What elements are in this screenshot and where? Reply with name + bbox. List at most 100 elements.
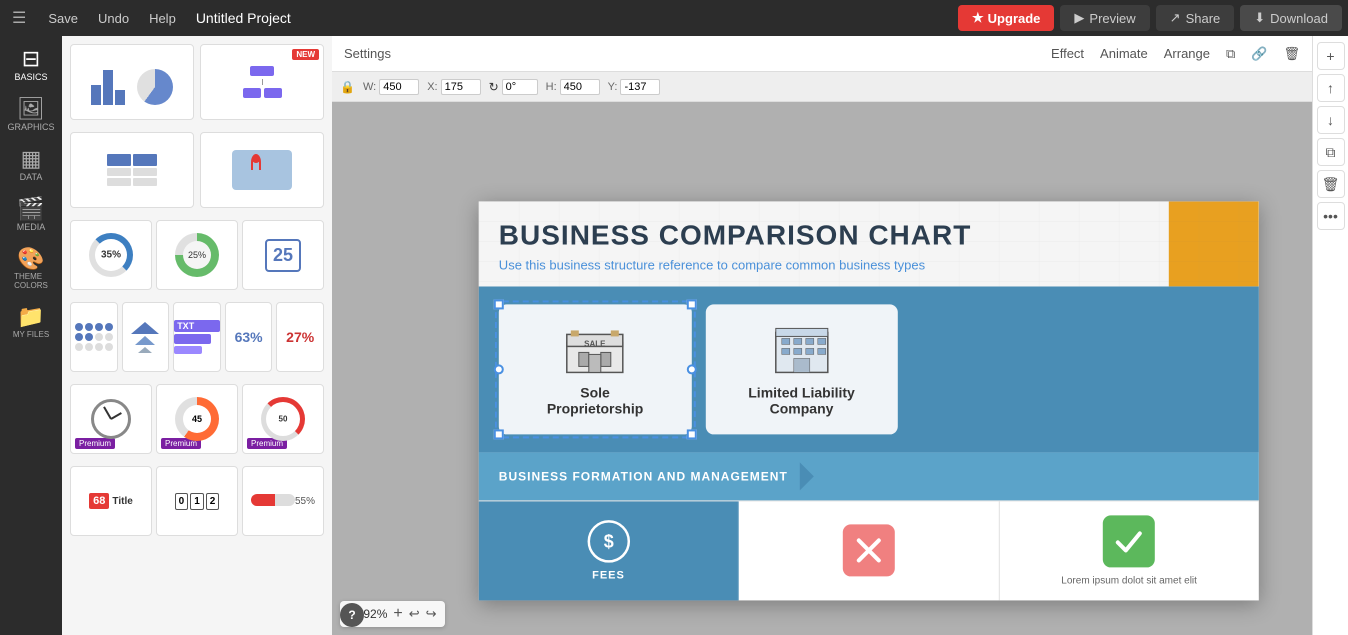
panel-item-dots-grid[interactable]	[70, 302, 118, 372]
premium-badge: Premium	[75, 438, 115, 449]
undo-canvas-button[interactable]: ↩	[409, 606, 420, 622]
right-toolbar: + ↑ ↓ ⧉ 🗑 •••	[1312, 36, 1348, 635]
transform-w-input[interactable]	[379, 79, 419, 95]
panel: NEW	[62, 36, 332, 635]
panel-item-title-68[interactable]: 68 Title	[70, 466, 152, 536]
media-icon: 🎬	[17, 198, 44, 220]
panel-row-premium-clocks: Premium Premium 45 Premium 50	[70, 384, 324, 454]
panel-item-table[interactable]	[70, 132, 194, 208]
transform-rotation: ↻	[489, 79, 538, 95]
menu-icon[interactable]: ☰	[0, 8, 38, 28]
lorem-text: Lorem ipsum dolot sit amet elit	[1061, 575, 1197, 586]
panel-item-speedometer[interactable]: Premium 50	[242, 384, 324, 454]
help-button[interactable]: Help	[139, 0, 186, 36]
info-title: BUSINESS COMPARISON CHART	[499, 219, 1239, 251]
data-icon: ▦	[21, 148, 42, 170]
handle-bl	[494, 429, 504, 439]
delete-button[interactable]: 🗑	[1317, 170, 1345, 198]
transform-h-input[interactable]	[560, 79, 600, 95]
panel-item-pct-63[interactable]: 63%	[225, 302, 273, 372]
more-options-button[interactable]: •••	[1317, 202, 1345, 230]
sidebar-item-graphics[interactable]: 🖼 Graphics	[0, 90, 62, 140]
panel-item-pct-55[interactable]: 55%	[242, 466, 324, 536]
sidebar-item-basics[interactable]: ⊟ Basics	[0, 40, 62, 90]
sidebar-label-theme-colors: ThemeColors	[14, 272, 48, 290]
panel-item-map[interactable]	[200, 132, 324, 208]
store-icon: SALE	[563, 322, 627, 376]
duplicate-button[interactable]: ⧉	[1317, 138, 1345, 166]
share-icon: ↗	[1170, 10, 1181, 26]
card-sole-prop[interactable]: SALE SoleProprietorship	[499, 304, 692, 434]
canvas-wrapper[interactable]: BUSINESS COMPARISON CHART Use this busin…	[332, 102, 1312, 635]
save-button[interactable]: Save	[38, 0, 88, 36]
undo-button[interactable]: Undo	[88, 0, 139, 36]
handle-tl	[494, 299, 504, 309]
upgrade-button[interactable]: ★ Upgrade	[958, 5, 1054, 31]
sidebar-label-graphics: Graphics	[7, 122, 54, 132]
move-down-button[interactable]: ↓	[1317, 106, 1345, 134]
transform-y-input[interactable]	[620, 79, 660, 95]
sidebar-label-data: Data	[20, 172, 43, 182]
copy-style-button[interactable]: ⧉	[1226, 46, 1235, 62]
redo-canvas-button[interactable]: ↪	[426, 606, 437, 622]
panel-item-gauge-green[interactable]: 25%	[156, 220, 238, 290]
graphics-icon: 🖼	[17, 98, 45, 120]
sidebar-item-data[interactable]: ▦ Data	[0, 140, 62, 190]
panel-item-bar-pie[interactable]	[70, 44, 194, 120]
link-button[interactable]: 🔗	[1251, 46, 1267, 62]
panel-row-misc: TXT 63% 27%	[70, 302, 324, 372]
llc-label: Limited LiabilityCompany	[748, 384, 855, 416]
add-element-button[interactable]: +	[1317, 42, 1345, 70]
settings-bar: Settings Effect Animate Arrange ⧉ 🔗 🗑	[332, 36, 1312, 72]
left-sidebar: ⊟ Basics 🖼 Graphics ▦ Data 🎬 Media 🎨 The…	[0, 36, 62, 635]
effect-button[interactable]: Effect	[1051, 46, 1084, 61]
right-buttons: ★ Upgrade ▶ Preview ↗ Share ⬇ Download	[958, 5, 1348, 31]
panel-item-counter-012[interactable]: 0 1 2	[156, 466, 238, 536]
sidebar-item-theme-colors[interactable]: 🎨 ThemeColors	[0, 240, 62, 298]
delete-element-button[interactable]: 🗑	[1283, 46, 1300, 62]
fees-label: FEES	[592, 569, 625, 581]
sole-prop-label: SoleProprietorship	[547, 384, 643, 416]
panel-item-triangles[interactable]	[122, 302, 170, 372]
section-header-title: BUSINESS FORMATION AND MANAGEMENT	[499, 469, 788, 483]
check-cell: Lorem ipsum dolot sit amet elit	[999, 501, 1258, 600]
share-button[interactable]: ↗ Share	[1156, 5, 1235, 31]
check-icon	[1113, 525, 1145, 557]
my-files-icon: 📁	[17, 306, 44, 328]
arrange-button[interactable]: Arrange	[1164, 46, 1210, 61]
handle-tr	[686, 299, 696, 309]
zoom-value: 92%	[363, 607, 387, 621]
transform-rotation-input[interactable]	[502, 79, 538, 95]
panel-item-txt-bar[interactable]: TXT	[173, 302, 221, 372]
sidebar-label-my-files: My Files	[13, 330, 49, 339]
sidebar-item-media[interactable]: 🎬 Media	[0, 190, 62, 240]
info-header: BUSINESS COMPARISON CHART Use this busin…	[479, 201, 1259, 286]
download-button[interactable]: ⬇ Download	[1240, 5, 1342, 31]
card-placeholder-1	[912, 304, 1069, 434]
panel-item-gauge-45[interactable]: Premium 45	[156, 384, 238, 454]
right-tools: Effect Animate Arrange ⧉ 🔗 🗑	[1051, 46, 1300, 62]
rotation-icon: ↻	[489, 80, 499, 94]
fees-cell: $ FEES	[479, 501, 739, 600]
transform-bar: 🔒 W: X: ↻ H: Y:	[332, 72, 1312, 102]
panel-item-ring-35[interactable]: 35%	[70, 220, 152, 290]
svg-text:$: $	[603, 531, 613, 551]
nav-buttons: Save Undo Help	[38, 0, 185, 36]
panel-item-pct-27[interactable]: 27%	[276, 302, 324, 372]
animate-button[interactable]: Animate	[1100, 46, 1148, 61]
move-up-button[interactable]: ↑	[1317, 74, 1345, 102]
preview-button[interactable]: ▶ Preview	[1060, 5, 1149, 31]
theme-colors-icon: 🎨	[17, 248, 44, 270]
panel-row-gauges: 35% 25% 25	[70, 220, 324, 290]
panel-item-clock[interactable]: Premium	[70, 384, 152, 454]
panel-item-org-chart[interactable]: NEW	[200, 44, 324, 120]
zoom-in-button[interactable]: +	[393, 605, 402, 623]
panel-row-misc2: 68 Title 0 1 2 55%	[70, 466, 324, 536]
cards-row: SALE SoleProprietorship	[479, 286, 1259, 452]
transform-x-input[interactable]	[441, 79, 481, 95]
help-button[interactable]: ?	[340, 603, 364, 627]
card-llc[interactable]: Limited LiabilityCompany	[705, 304, 898, 434]
sidebar-item-my-files[interactable]: 📁 My Files	[0, 298, 62, 347]
panel-item-counter-25[interactable]: 25	[242, 220, 324, 290]
handle-ml	[494, 364, 504, 374]
